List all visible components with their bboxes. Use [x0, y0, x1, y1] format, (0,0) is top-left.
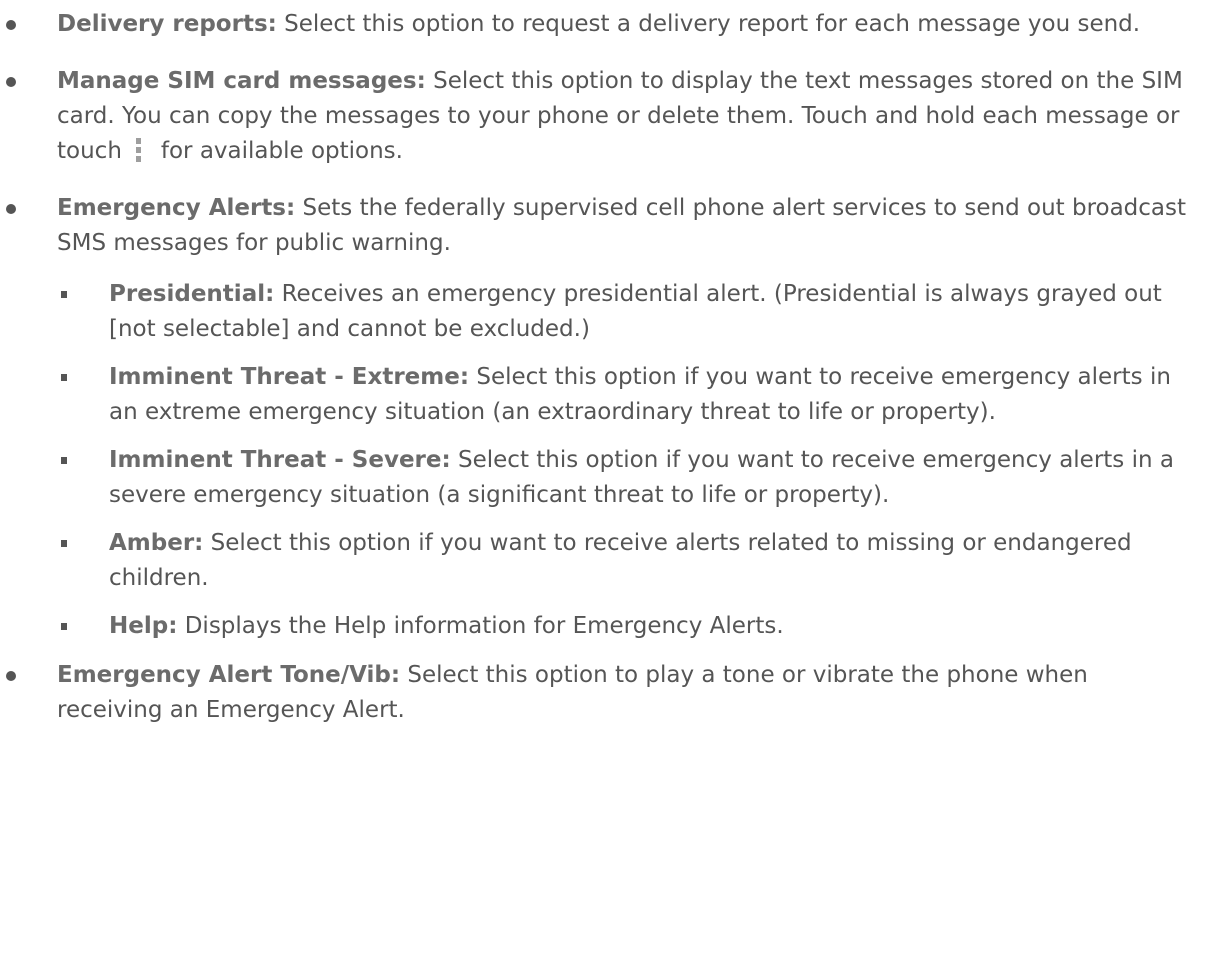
- suboption-term: Imminent Threat - Severe:: [109, 447, 451, 473]
- bullet-dot: [6, 20, 16, 30]
- option-description-continued: for available options.: [160, 138, 403, 164]
- suboption-term: Imminent Threat - Extreme:: [109, 364, 470, 390]
- sublist-item-help: Help: Displays the Help information for …: [57, 609, 1198, 644]
- sublist-item-amber: Amber: Select this option if you want to…: [57, 526, 1198, 596]
- bullet-dot: [6, 204, 16, 214]
- suboption-description: Displays the Help information for Emerge…: [177, 613, 784, 639]
- sublist-item-imminent-threat-extreme: Imminent Threat - Extreme: Select this o…: [57, 360, 1198, 430]
- suboption-description: Select this option if you want to receiv…: [109, 530, 1132, 591]
- option-term: Emergency Alert Tone/Vib:: [57, 662, 401, 688]
- option-term: Emergency Alerts:: [57, 195, 296, 221]
- bullet-square: [61, 374, 67, 381]
- option-description: Select this option to request a delivery…: [276, 11, 1141, 37]
- menu-icon: [135, 138, 141, 162]
- bullet-square: [61, 540, 67, 547]
- suboption-term: Presidential:: [109, 281, 275, 307]
- document-page: Delivery reports: Select this option to …: [0, 0, 1206, 965]
- option-term: Delivery reports:: [57, 11, 277, 37]
- bullet-dot: [6, 671, 16, 681]
- suboption-term: Amber:: [109, 530, 204, 556]
- list-item-delivery-reports: Delivery reports: Select this option to …: [0, 7, 1206, 42]
- suboption-term: Help:: [109, 613, 178, 639]
- option-term: Manage SIM card messages:: [57, 68, 426, 94]
- list-item-emergency-alerts: Emergency Alerts: Sets the federally sup…: [0, 191, 1206, 644]
- bullet-square: [61, 457, 67, 464]
- settings-option-list: Delivery reports: Select this option to …: [0, 7, 1206, 750]
- sublist-item-imminent-threat-severe: Imminent Threat - Severe: Select this op…: [57, 443, 1198, 513]
- bullet-square: [61, 291, 67, 298]
- list-item-manage-sim-card-messages: Manage SIM card messages: Select this op…: [0, 64, 1206, 169]
- bullet-square: [61, 623, 67, 630]
- bullet-dot: [6, 77, 16, 87]
- list-item-emergency-alert-tone-vib: Emergency Alert Tone/Vib: Select this op…: [0, 658, 1206, 728]
- emergency-alerts-sublist: Presidential: Receives an emergency pres…: [57, 277, 1198, 644]
- sublist-item-presidential: Presidential: Receives an emergency pres…: [57, 277, 1198, 347]
